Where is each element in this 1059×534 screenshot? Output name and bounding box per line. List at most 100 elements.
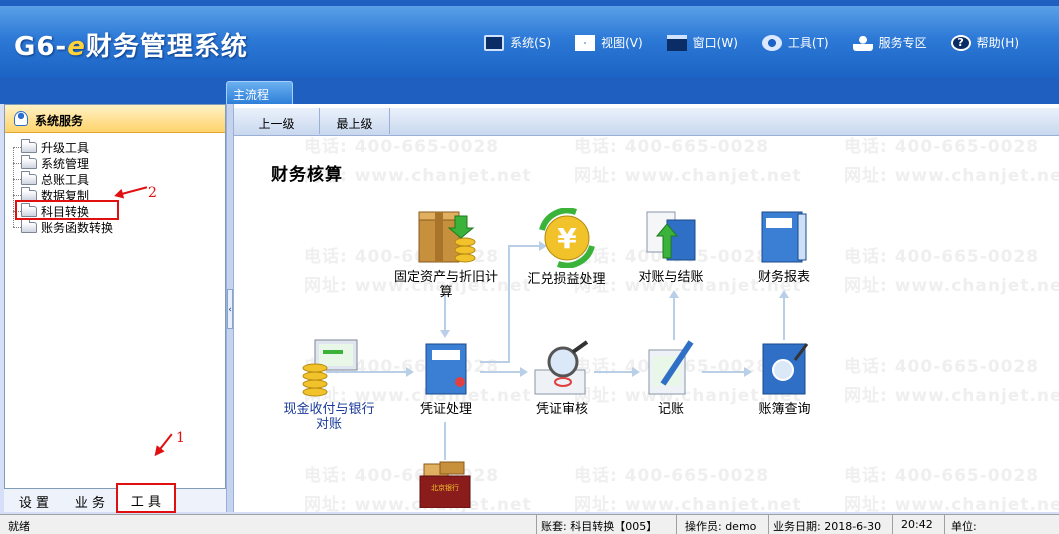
window-icon: [666, 34, 687, 51]
highlight-box-account-convert: [15, 200, 119, 220]
report-book-icon: [761, 211, 807, 263]
tab-band: [0, 78, 1059, 104]
connector-arrowhead: [440, 330, 450, 338]
node-label: 对账与结账: [638, 270, 704, 285]
tree-item-upgrade[interactable]: 升级工具: [13, 138, 113, 155]
sidebar-header-label: 系统服务: [35, 114, 84, 128]
menu-help[interactable]: ? 帮助(H): [950, 34, 1019, 51]
menu-tools[interactable]: 工具(T): [761, 34, 829, 51]
menu-window-label: 窗口(W): [692, 36, 738, 50]
watermark-phone: 电话: 400-665-0028: [844, 357, 1040, 377]
help-icon: ?: [950, 34, 971, 51]
folder-icon: [21, 138, 37, 153]
sidebar-header: 系统服务: [5, 105, 225, 133]
tab-main-flow[interactable]: 主流程: [226, 81, 293, 104]
menu-service-label: 服务专区: [878, 36, 927, 50]
node-label: 凭证审核: [535, 402, 588, 417]
folder-icon: [21, 186, 37, 201]
up-level-button[interactable]: 上一级: [234, 108, 320, 134]
magnifier-icon: [534, 340, 589, 395]
grid-icon: [575, 34, 596, 51]
watermark-site: 网址: www.chanjet.net: [844, 166, 1059, 186]
top-level-button[interactable]: 最上级: [320, 108, 390, 134]
voucher-icon: [425, 343, 467, 395]
reconcile-icon: [646, 211, 696, 261]
folder-icon: [21, 170, 37, 185]
tree-item-label: 账务函数转换: [41, 220, 114, 235]
node-label: 财务报表: [757, 270, 810, 285]
section-title: 财务核算: [271, 165, 343, 185]
currency-exchange-icon: ¥: [538, 208, 595, 268]
node-reconcile[interactable]: 对账与结账: [626, 208, 716, 285]
logo-prefix: G6-: [14, 32, 68, 62]
tree-item-label: 系统管理: [41, 156, 90, 171]
ledger-book-icon: [762, 343, 808, 395]
status-ready: 就绪: [8, 520, 30, 533]
logo-title: 财务管理系统: [85, 32, 248, 62]
node-reports[interactable]: 财务报表: [739, 208, 829, 285]
watermark-phone: 电话: 400-665-0028: [844, 466, 1040, 486]
app-header: G6-e财务管理系统 系统(S) 视图(V) 窗口(W) 工具(T) 服务专区 …: [0, 6, 1059, 78]
logo-e: e: [67, 32, 86, 62]
collapse-arrow-icon[interactable]: ‹: [227, 289, 233, 329]
status-account: 账套: 科目转换【005】: [536, 515, 657, 534]
menubar: 系统(S) 视图(V) 窗口(W) 工具(T) 服务专区 ? 帮助(H): [460, 34, 1019, 51]
menu-window[interactable]: 窗口(W): [666, 34, 738, 51]
tab-business[interactable]: 业 务: [64, 489, 116, 512]
annotation-number-1: 1: [176, 430, 185, 446]
watermark-phone: 电话: 400-665-0028: [844, 247, 1040, 267]
menu-help-label: 帮助(H): [976, 36, 1019, 50]
tree-item-label: 升级工具: [41, 140, 90, 155]
menu-system-label: 系统(S): [510, 36, 552, 50]
watermark-site: 网址: www.chanjet.net: [574, 166, 802, 186]
node-label: 账簿查询: [758, 402, 811, 417]
node-fixed-assets[interactable]: 固定资产与折旧计算: [394, 208, 498, 300]
node-label: 凭证处理: [419, 402, 472, 417]
menu-tools-label: 工具(T): [787, 36, 829, 50]
watermark-site: 网址: www.chanjet.net: [844, 386, 1059, 406]
annotation-number-2: 2: [148, 185, 157, 201]
watermark-site: 网址: www.chanjet.net: [844, 495, 1059, 512]
watermark-site: 网址: www.chanjet.net: [844, 276, 1059, 296]
menu-view[interactable]: 视图(V): [575, 34, 643, 51]
node-voucher[interactable]: 凭证处理: [406, 340, 486, 417]
ledger-pen-icon: [648, 340, 694, 395]
node-audit[interactable]: 凭证审核: [522, 340, 602, 417]
sidebar-tabs: 设 置 业 务 工 具: [4, 483, 226, 513]
menu-view-label: 视图(V): [601, 36, 643, 50]
sidebar: 系统服务 升级工具 系统管理 总账工具 数据复制 科目转换 账务函数转换: [4, 104, 226, 512]
tab-tools[interactable]: 工 具: [116, 483, 176, 513]
status-time: 20:42: [892, 515, 933, 534]
gear-icon: [761, 34, 782, 51]
user-icon: [14, 111, 28, 126]
node-label: 现金收付与银行对账: [283, 402, 375, 432]
status-operator: 操作员: demo: [676, 515, 756, 534]
tree-item-function-convert[interactable]: 账务函数转换: [13, 218, 114, 235]
sidebar-splitter[interactable]: ‹: [226, 104, 234, 512]
status-date: 业务日期: 2018-6-30: [768, 515, 881, 534]
node-label: 记账: [657, 402, 684, 417]
watermark-site: 网址: www.chanjet.net: [574, 495, 802, 512]
node-post[interactable]: 记账: [631, 340, 711, 417]
node-ledger-query[interactable]: 账簿查询: [742, 340, 827, 417]
menu-service[interactable]: 服务专区: [852, 34, 927, 51]
user-icon: [852, 34, 873, 51]
tree-item-system-admin[interactable]: 系统管理: [13, 154, 113, 171]
watermark-phone: 电话: 400-665-0028: [574, 137, 770, 157]
folder-icon: [21, 154, 37, 169]
watermark-phone: 电话: 400-665-0028: [304, 137, 500, 157]
tree-item-ledger-tools[interactable]: 总账工具: [13, 170, 113, 187]
node-bank-book[interactable]: 北京银行: [416, 460, 476, 512]
tool-tree: 升级工具 系统管理 总账工具 数据复制 科目转换 账务函数转换: [13, 138, 114, 235]
folder-icon: [21, 218, 37, 233]
watermark-phone: 电话: 400-665-0028: [574, 466, 770, 486]
svg-text:¥: ¥: [557, 222, 577, 255]
app-logo: G6-e财务管理系统: [14, 26, 248, 63]
node-cash-bank[interactable]: 现金收付与银行对账: [278, 336, 380, 432]
menu-system[interactable]: 系统(S): [484, 34, 551, 51]
status-unit: 单位:: [944, 515, 977, 534]
watermark-phone: 电话: 400-665-0028: [844, 137, 1040, 157]
node-exchange[interactable]: ¥ 汇兑损益处理: [519, 208, 614, 287]
node-label: 固定资产与折旧计算: [394, 270, 499, 300]
tab-settings[interactable]: 设 置: [4, 489, 64, 512]
